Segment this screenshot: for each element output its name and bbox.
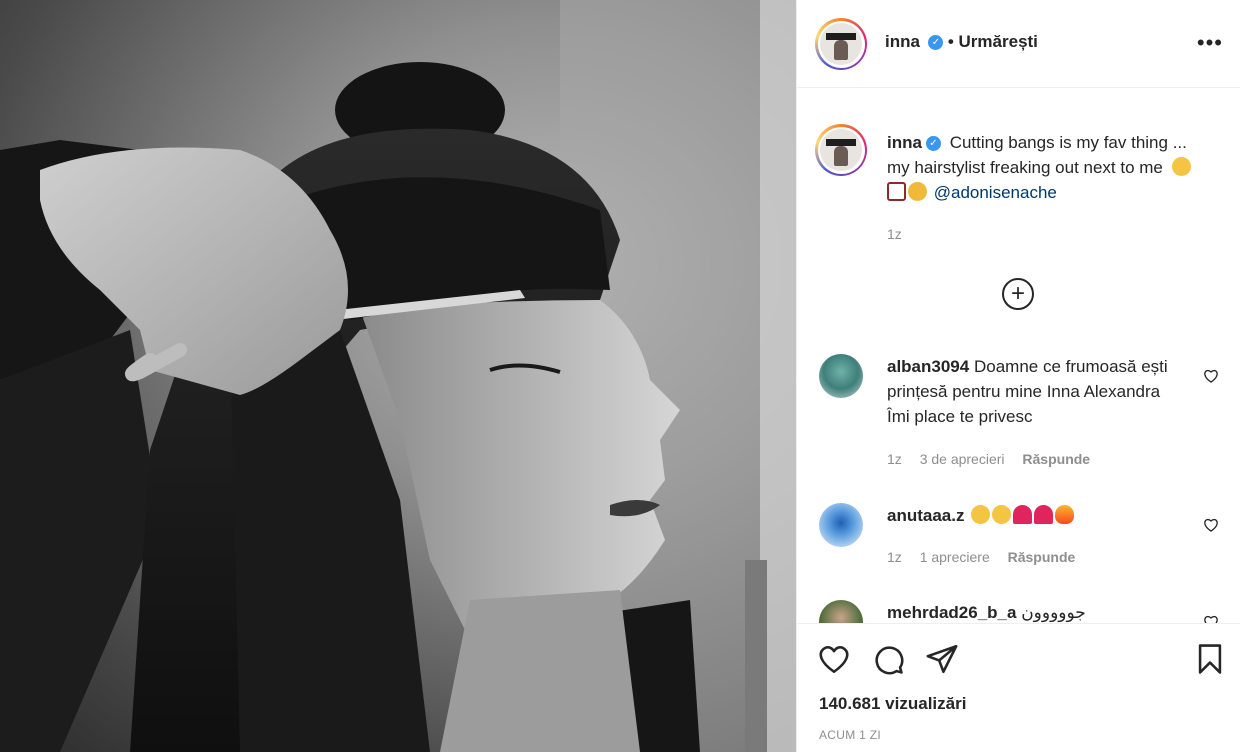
comment-likes[interactable]: 1 apreciere (920, 549, 990, 565)
scissors-emoji-icon (887, 182, 906, 201)
post-header: inna ✓ • Urmărești ••• (797, 0, 1240, 88)
post-side-panel: inna ✓ • Urmărești ••• inna ✓ Cutting ban… (796, 0, 1240, 752)
comment-item: alban3094 Doamne ce frumoasă ești prințe… (819, 354, 1219, 474)
astonished-face-emoji-icon (1171, 157, 1191, 176)
comments-section[interactable]: inna ✓ Cutting bangs is my fav thing ... … (797, 88, 1240, 623)
comment-time: 1z (887, 451, 902, 467)
views-count[interactable]: 140.681 vizualizări (819, 694, 966, 714)
share-paper-plane-icon[interactable] (925, 642, 959, 676)
zany-face-emoji-icon (908, 182, 927, 201)
more-options-icon[interactable]: ••• (1197, 30, 1223, 56)
reply-button[interactable]: Răspunde (1008, 549, 1076, 565)
fire-emoji-icon (1055, 505, 1075, 524)
author-avatar[interactable] (815, 18, 867, 70)
caption-time: 1z (887, 226, 902, 242)
red-heart-emoji-icon (1013, 505, 1033, 524)
caption-avatar[interactable] (815, 124, 867, 176)
comment-item: anutaaa.z 1z 1 apreciere Răspunde (819, 503, 1219, 583)
comment-text-block: mehrdad26_b_a جووووون (887, 600, 1187, 623)
post-photo (0, 0, 796, 752)
verified-badge-icon: ✓ (928, 35, 944, 51)
comment-body: جووووون (1021, 603, 1086, 622)
comment-username[interactable]: anutaaa.z (887, 506, 964, 525)
comment-meta: 1z 1 apreciere Răspunde (887, 549, 1089, 565)
caption-mention-link[interactable]: @adonisenache (934, 183, 1057, 202)
like-comment-heart-icon[interactable] (1203, 517, 1219, 533)
follow-status-button[interactable]: • Urmărești (948, 32, 1038, 51)
like-comment-heart-icon[interactable] (1203, 614, 1219, 623)
comment-likes[interactable]: 3 de aprecieri (920, 451, 1005, 467)
red-heart-emoji-icon (1034, 505, 1054, 524)
commenter-avatar[interactable] (819, 600, 863, 623)
like-heart-icon[interactable] (817, 642, 851, 676)
post-caption: inna ✓ Cutting bangs is my fav thing ... … (887, 130, 1207, 205)
comment-bubble-icon[interactable] (871, 642, 905, 676)
heart-eyes-emoji-icon (971, 505, 991, 524)
save-bookmark-icon[interactable] (1193, 642, 1227, 676)
verified-badge-icon: ✓ (925, 136, 941, 152)
comment-username[interactable]: mehrdad26_b_a (887, 603, 1016, 622)
comment-time: 1z (887, 549, 902, 565)
commenter-avatar[interactable] (819, 503, 863, 547)
post-timestamp[interactable]: ACUM 1 ZI (819, 728, 881, 742)
comment-meta: 1z 3 de aprecieri Răspunde (887, 451, 1104, 467)
commenter-avatar[interactable] (819, 354, 863, 398)
like-comment-heart-icon[interactable] (1203, 368, 1219, 384)
comment-text-block: alban3094 Doamne ce frumoasă ești prințe… (887, 354, 1187, 429)
reply-button[interactable]: Răspunde (1022, 451, 1090, 467)
load-more-comments-button[interactable]: + (1002, 278, 1034, 310)
plus-circle-icon: + (1010, 280, 1025, 307)
comment-item: mehrdad26_b_a جووووون (819, 600, 1219, 623)
author-username[interactable]: inna (885, 32, 920, 51)
post-media[interactable] (0, 0, 796, 752)
heart-eyes-emoji-icon (992, 505, 1012, 524)
comment-text-block: anutaaa.z (887, 503, 1187, 528)
post-actions-bar: 140.681 vizualizări ACUM 1 ZI (797, 623, 1240, 752)
comment-username[interactable]: alban3094 (887, 357, 969, 376)
caption-username[interactable]: inna (887, 133, 922, 152)
author-line: inna ✓ • Urmărești (885, 32, 1038, 52)
